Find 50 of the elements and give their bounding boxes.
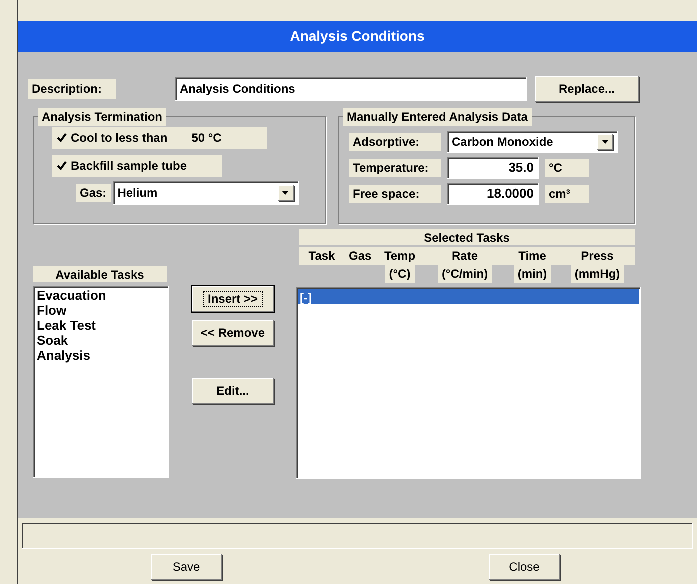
task-button[interactable]: Edit...: [192, 378, 274, 404]
checkbox[interactable]: [56, 160, 67, 172]
available-tasks-list[interactable]: Evacuation Flow Leak Test Soak Analysis: [33, 286, 169, 478]
task-button[interactable]: Insert >>: [192, 286, 274, 312]
field-label: Free space:: [349, 185, 441, 203]
column-header: Temp: [375, 247, 425, 265]
temperature-value: 50 °C: [192, 130, 222, 147]
backfill-option[interactable]: Backfill sample tube: [52, 155, 222, 177]
dropdown-button[interactable]: [278, 185, 294, 201]
group-title: Manually Entered Analysis Data: [343, 108, 532, 126]
task-button[interactable]: << Remove: [192, 320, 274, 346]
unit-label: °C: [545, 159, 589, 177]
column-unit: (min): [514, 265, 552, 283]
column-header: Time: [505, 247, 560, 265]
description-field[interactable]: Analysis Conditions: [175, 77, 527, 101]
replace-button[interactable]: Replace...: [535, 76, 639, 102]
column-unit: (mmHg): [570, 265, 624, 283]
column-unit: (°C): [385, 265, 415, 283]
column-header: Task: [299, 247, 345, 265]
unit-label: cm³: [545, 185, 589, 203]
selected-tasks-title: Selected Tasks: [299, 229, 635, 245]
cool-option[interactable]: Cool to less than 50 °C: [52, 127, 267, 149]
option-label: Backfill sample tube: [71, 158, 188, 175]
group-title: Analysis Termination: [38, 108, 166, 126]
option-label: Cool to less than: [71, 130, 168, 147]
title-bar: Analysis Conditions: [18, 21, 697, 52]
dropdown-button[interactable]: [597, 134, 613, 150]
available-tasks-label: Available Tasks: [33, 266, 167, 282]
column-header: Press: [560, 247, 635, 265]
input-field[interactable]: 35.0: [447, 157, 539, 179]
gas-dropdown[interactable]: Helium: [112, 181, 299, 205]
task-item[interactable]: Analysis: [37, 348, 165, 363]
field-label: Temperature:: [349, 159, 441, 177]
task-item[interactable]: Soak: [37, 333, 165, 348]
column-header: Gas: [345, 247, 375, 265]
task-item[interactable]: Flow: [37, 303, 165, 318]
input-field[interactable]: 18.0000: [447, 183, 539, 205]
field-label: Adsorptive:: [349, 133, 441, 151]
footer-button[interactable]: Save: [151, 554, 222, 580]
checkbox[interactable]: [56, 132, 67, 144]
gas-label: Gas:: [76, 184, 111, 202]
column-unit: (°C/min): [438, 265, 492, 283]
task-item[interactable]: Evacuation: [37, 288, 165, 303]
footer-button[interactable]: Close: [489, 554, 560, 580]
description-label: Description:: [28, 79, 116, 99]
column-header: Rate: [425, 247, 505, 265]
caret-icon: [282, 191, 290, 195]
task-item[interactable]: Leak Test: [37, 318, 165, 333]
caret-icon: [602, 140, 608, 144]
adsorptive-dropdown[interactable]: Carbon Monoxide: [447, 131, 618, 153]
